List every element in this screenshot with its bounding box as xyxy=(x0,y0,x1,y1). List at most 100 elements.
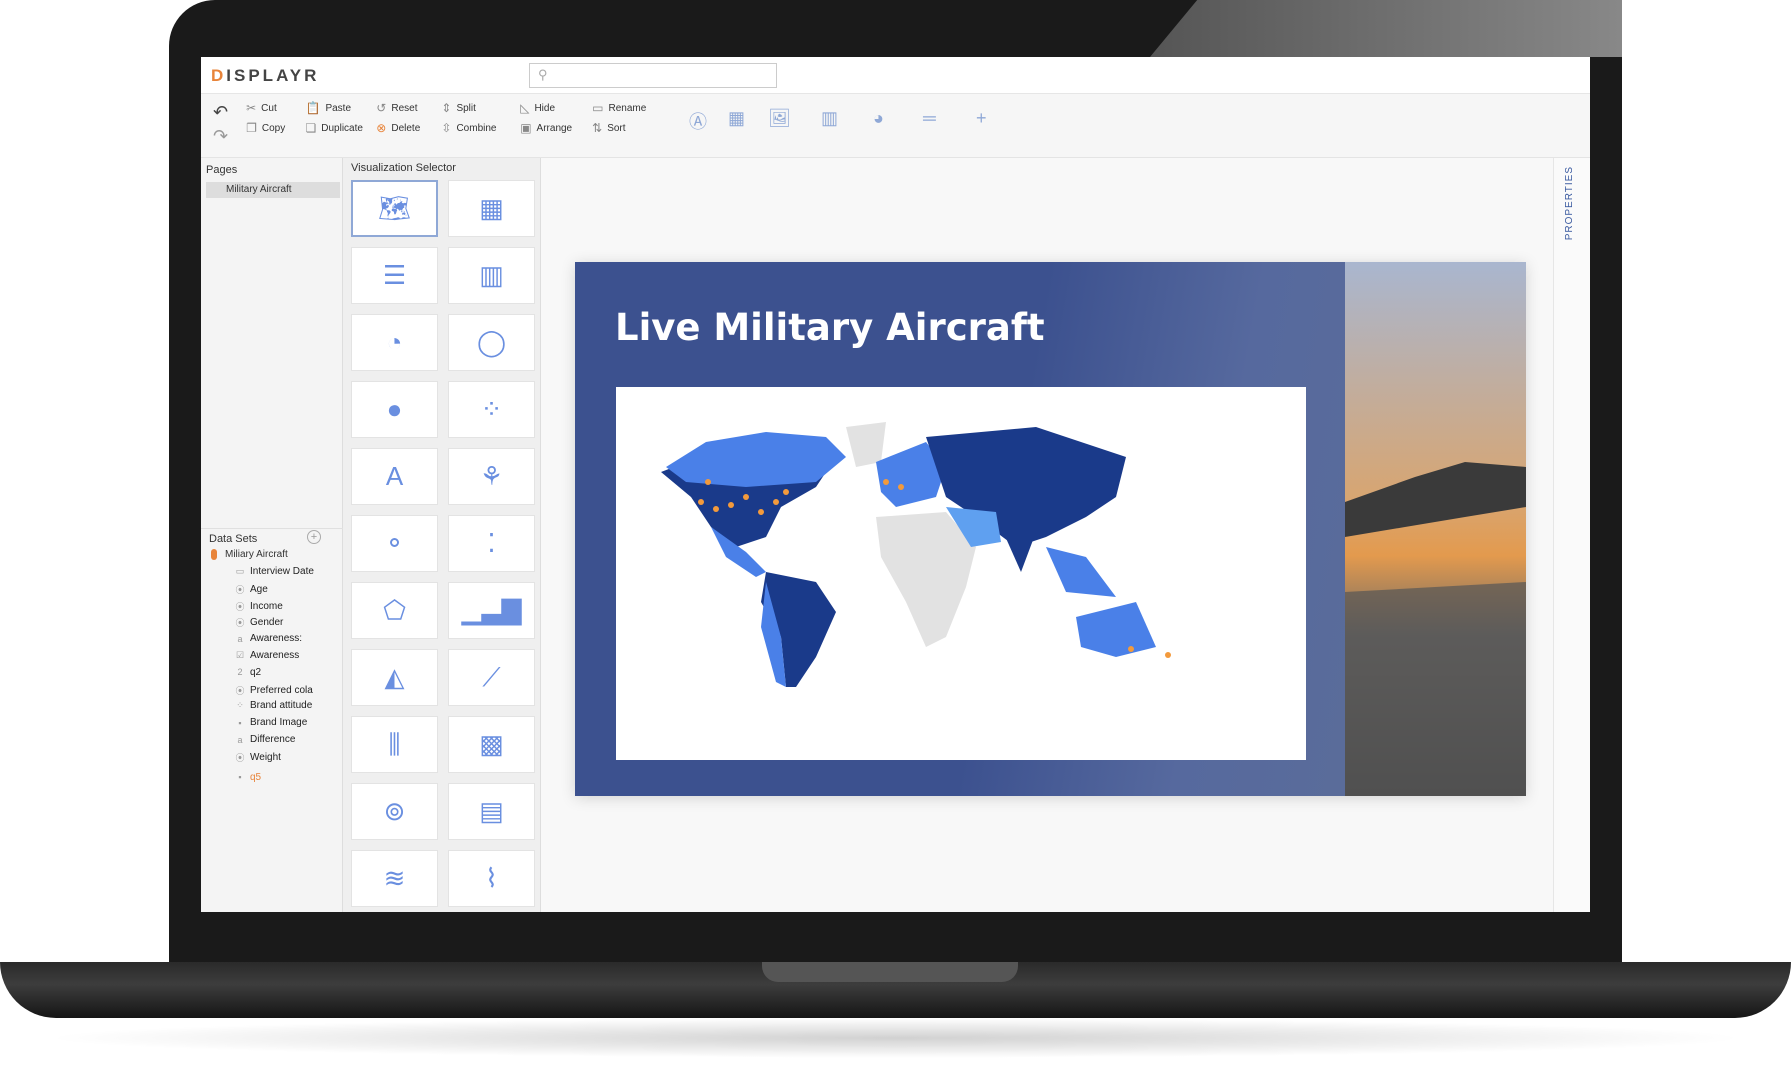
arrange-button[interactable]: ▣ Arrange xyxy=(520,121,572,135)
rename-button[interactable]: ▭ Rename xyxy=(592,101,646,115)
arrange-icon: ▣ xyxy=(520,121,532,135)
small-multiples-map-icon: ▦ xyxy=(479,193,504,223)
viz-thumb-palm-tree[interactable]: ⚘ xyxy=(448,448,535,505)
viz-thumb-bubble-chart[interactable]: ⚬ xyxy=(351,515,438,572)
split-icon: ⇕ xyxy=(441,101,452,115)
donut-chart-icon: ◯ xyxy=(476,327,507,357)
aircraft-marker[interactable] xyxy=(1165,652,1171,658)
dataset-variable[interactable]: a Awareness: xyxy=(235,633,302,644)
undo-button[interactable]: ↶ xyxy=(213,102,228,123)
dataset-variable[interactable]: ⦿ Preferred cola xyxy=(235,684,312,697)
delete-button[interactable]: ⊗ Delete xyxy=(376,121,420,135)
reset-button[interactable]: ↺ Reset xyxy=(376,101,417,115)
viz-thumb-venn-diagram[interactable]: ⊚ xyxy=(351,783,438,840)
viz-thumb-line-chart[interactable]: ⟋ xyxy=(448,649,535,706)
image-insert-button[interactable]: 🖼 xyxy=(768,108,791,129)
aircraft-marker[interactable] xyxy=(743,494,749,500)
dataset-variable[interactable]: a Difference xyxy=(235,734,295,745)
aircraft-marker[interactable] xyxy=(783,489,789,495)
radar-chart-icon: ⬠ xyxy=(383,595,406,625)
viz-thumb-pictograph-bar[interactable]: ⁘ xyxy=(448,381,535,438)
geographic-map-icon: 🗺 xyxy=(377,193,411,223)
box-plot-icon: ⫼ xyxy=(388,728,401,759)
radio-icon: ⦿ xyxy=(235,752,245,763)
viz-thumb-area-chart[interactable]: ◭ xyxy=(351,649,438,706)
displayr-logo[interactable]: DISPLAYR xyxy=(211,66,319,86)
slide[interactable]: Live Military Aircraft xyxy=(575,262,1526,796)
duplicate-button[interactable]: ❏ Duplicate xyxy=(306,121,363,135)
map-greenland[interactable] xyxy=(846,422,886,467)
dataset-variable[interactable]: ▪ q5 xyxy=(235,772,261,783)
viz-thumb-bar-chart[interactable]: ☰ xyxy=(351,247,438,304)
map-se-asia[interactable] xyxy=(1046,547,1116,597)
viz-thumb-donut-chart[interactable]: ◯ xyxy=(448,314,535,371)
map-canada[interactable] xyxy=(666,432,846,487)
redo-button[interactable]: ↷ xyxy=(213,126,228,147)
aircraft-marker[interactable] xyxy=(883,479,889,485)
paste-button[interactable]: 📋 Paste xyxy=(306,101,352,115)
aircraft-marker[interactable] xyxy=(728,502,734,508)
combine-button[interactable]: ⇳ Combine xyxy=(441,121,496,135)
page-item-military-aircraft[interactable]: Military Aircraft xyxy=(206,182,340,198)
aircraft-marker[interactable] xyxy=(773,499,779,505)
hide-button[interactable]: ◺ Hide xyxy=(520,101,555,115)
sort-button[interactable]: ⇅ Sort xyxy=(592,121,625,135)
text-box-insert-button[interactable]: Ⓐ xyxy=(689,108,707,134)
aircraft-marker[interactable] xyxy=(898,484,904,490)
viz-thumb-pictograph[interactable]: ● xyxy=(351,381,438,438)
chart-insert-button[interactable]: ▥ xyxy=(821,108,838,129)
map-africa[interactable] xyxy=(876,512,976,647)
dataset-variable[interactable]: ⁘ Brand attitude xyxy=(235,700,312,711)
equals-insert-button[interactable]: ═ xyxy=(923,108,936,129)
viz-thumb-small-multiples-map[interactable]: ▦ xyxy=(448,180,535,237)
viz-thumb-scatterplot[interactable]: ⁚ xyxy=(448,515,535,572)
map-australia[interactable] xyxy=(1076,602,1156,657)
aircraft-marker[interactable] xyxy=(698,499,704,505)
viz-thumb-geographic-map[interactable]: 🗺 xyxy=(351,180,438,237)
dataset-variable[interactable]: ⦿ Weight xyxy=(235,751,280,764)
viz-thumb-radar-chart[interactable]: ⬠ xyxy=(351,582,438,639)
viz-thumb-histogram[interactable]: ▁▃▇ xyxy=(448,582,535,639)
dataset-name[interactable]: Miliary Aircraft xyxy=(225,549,288,560)
pages-header: Pages xyxy=(206,164,238,176)
viz-thumb-density-plot[interactable]: ⌇ xyxy=(448,850,535,907)
copy-button[interactable]: ❐ Copy xyxy=(246,121,285,135)
properties-panel[interactable]: PROPERTIES xyxy=(1553,158,1590,912)
map-india[interactable] xyxy=(1001,527,1036,572)
table-insert-button[interactable]: ▦ xyxy=(728,108,745,129)
aircraft-marker[interactable] xyxy=(1128,646,1134,652)
dataset-variable[interactable]: ▪ Brand Image xyxy=(235,717,307,728)
column-chart-icon: ▥ xyxy=(479,260,504,290)
delete-icon: ⊗ xyxy=(376,121,387,135)
toolbar: ↶ ↷ ✂ Cut 📋 Paste ↺ Reset ⇕ Split ◺ Hide ▭ Rename ❐ C… xyxy=(201,94,1590,158)
cut-button[interactable]: ✂ Cut xyxy=(246,101,277,115)
jet-photo xyxy=(1345,262,1526,796)
viz-thumb-box-plot[interactable]: ⫼ xyxy=(351,716,438,773)
add-dataset-button[interactable]: + xyxy=(307,530,321,544)
aircraft-marker[interactable] xyxy=(758,509,764,515)
split-button[interactable]: ⇕ Split xyxy=(441,101,476,115)
world-map[interactable] xyxy=(616,387,1306,760)
dataset-variable[interactable]: ⦿ Age xyxy=(235,583,267,596)
dataset-variable[interactable]: ▭ Interview Date xyxy=(235,566,314,577)
dataset-variable[interactable]: ⦿ Gender xyxy=(235,616,283,629)
mosaic-icon: ▤ xyxy=(479,796,504,826)
viz-thumb-column-chart[interactable]: ▥ xyxy=(448,247,535,304)
viz-thumb-word-cloud[interactable]: A xyxy=(351,448,438,505)
aircraft-marker[interactable] xyxy=(713,506,719,512)
plus-insert-button[interactable]: + xyxy=(976,108,987,129)
properties-label: PROPERTIES xyxy=(1564,166,1575,241)
viz-thumb-pie-chart[interactable]: ◔ xyxy=(351,314,438,371)
viz-thumb-streamgraph[interactable]: ≋ xyxy=(351,850,438,907)
rename-icon: ▭ xyxy=(592,101,604,115)
viz-thumb-heatmap[interactable]: ▩ xyxy=(448,716,535,773)
dataset-variable[interactable]: ☑ Awareness xyxy=(235,650,299,661)
search-input[interactable]: ⚲ xyxy=(529,63,777,88)
dataset-icon xyxy=(211,549,217,560)
dataset-variable[interactable]: 2 q2 xyxy=(235,667,261,678)
number-grid-icon: 2 xyxy=(237,667,243,678)
aircraft-marker[interactable] xyxy=(705,479,711,485)
shape-insert-button[interactable]: ◕ xyxy=(873,108,884,129)
dataset-variable[interactable]: ⦿ Income xyxy=(235,600,282,613)
viz-thumb-mosaic[interactable]: ▤ xyxy=(448,783,535,840)
